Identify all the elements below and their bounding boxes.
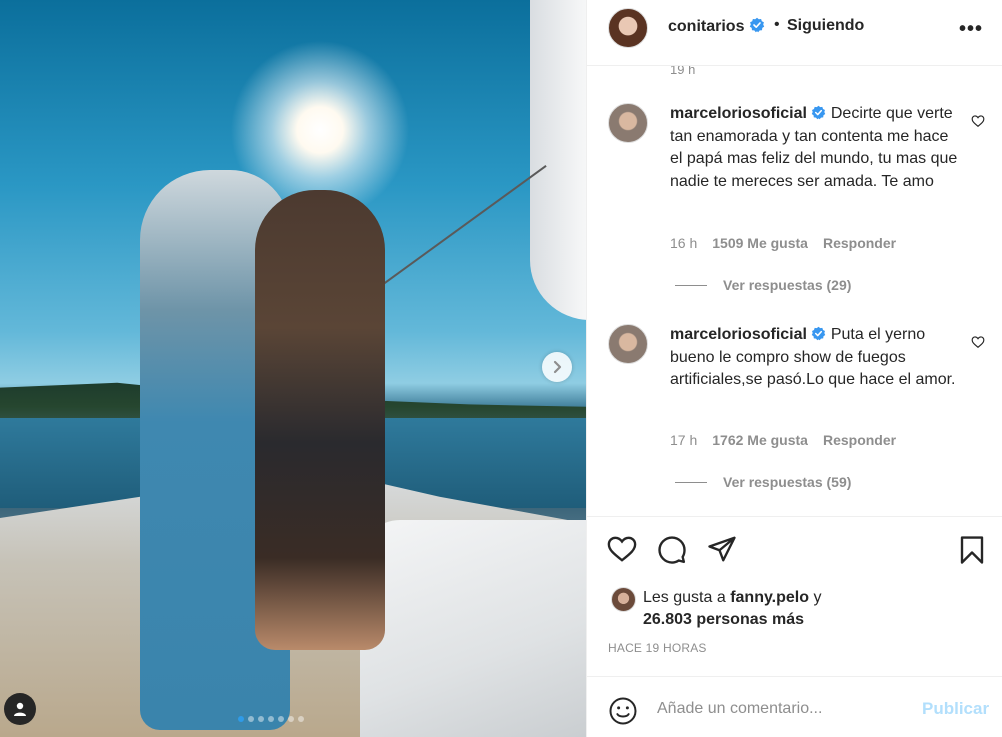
bookmark-icon[interactable] — [959, 535, 985, 565]
view-replies-label: Ver respuestas (59) — [723, 474, 852, 490]
header-separator: • — [774, 16, 780, 33]
boat-cushion — [360, 520, 586, 737]
verified-badge-icon — [812, 105, 826, 120]
comment-body: marceloriosoficial Decirte que verte tan… — [670, 103, 960, 193]
comment-body: marceloriosoficial Puta el yerno bueno l… — [670, 324, 960, 392]
author-username-text: conitarios — [668, 18, 745, 35]
comment-likes[interactable]: 1762 Me gusta — [712, 432, 808, 448]
carousel-next-button[interactable] — [542, 352, 572, 382]
previous-comment-time: 19 h — [670, 66, 696, 77]
likes-count[interactable]: 26.803 personas más — [643, 611, 804, 629]
post-header: conitarios • Siguiendo ••• — [587, 0, 1002, 66]
user-tag-icon — [14, 702, 26, 716]
heart-icon[interactable] — [971, 114, 985, 128]
replies-divider — [675, 284, 707, 286]
view-replies-button[interactable]: Ver respuestas (59) — [675, 474, 851, 490]
carousel-dot — [238, 716, 244, 722]
heart-icon[interactable] — [971, 335, 985, 349]
comment-likes[interactable]: 1509 Me gusta — [712, 235, 808, 251]
verified-badge-icon — [749, 17, 765, 33]
view-replies-button[interactable]: Ver respuestas (29) — [675, 277, 851, 293]
post-timestamp[interactable]: HACE 19 HORAS — [608, 641, 707, 655]
carousel-dot — [298, 716, 304, 722]
commenter-avatar[interactable] — [608, 324, 648, 364]
carousel-dot — [258, 716, 264, 722]
likes-suffix: y — [813, 589, 822, 606]
post-side-panel: conitarios • Siguiendo ••• 19 h marcelor… — [586, 0, 1002, 737]
chevron-right-icon — [553, 360, 562, 374]
verified-badge-icon — [812, 326, 826, 341]
carousel-dot — [278, 716, 284, 722]
add-comment-bar: Publicar — [587, 676, 1002, 737]
likes-prefix: Les gusta a — [643, 589, 726, 606]
more-icon: ••• — [959, 18, 984, 40]
person-man — [255, 190, 385, 650]
publish-button[interactable]: Publicar — [922, 699, 989, 719]
share-icon[interactable] — [707, 535, 737, 563]
comment-time[interactable]: 17 h — [670, 432, 697, 448]
comment-meta: 16 h 1509 Me gusta Responder — [670, 235, 896, 251]
comment-time[interactable]: 16 h — [670, 235, 697, 251]
view-replies-label: Ver respuestas (29) — [723, 277, 852, 293]
reply-button[interactable]: Responder — [823, 235, 896, 251]
comment-icon[interactable] — [657, 535, 687, 565]
following-button[interactable]: Siguiendo — [787, 17, 864, 35]
commenter-avatar[interactable] — [608, 103, 648, 143]
comment-input[interactable] — [657, 697, 907, 721]
boat-sail — [530, 0, 586, 320]
reply-button[interactable]: Responder — [823, 432, 896, 448]
post-actions: Les gusta a fanny.pelo y 26.803 personas… — [587, 516, 1002, 676]
likes-line-1: Les gusta a fanny.pelo y — [643, 589, 821, 607]
heart-icon[interactable] — [607, 535, 637, 563]
carousel-dot — [248, 716, 254, 722]
comment-meta: 17 h 1762 Me gusta Responder — [670, 432, 896, 448]
emoji-icon[interactable] — [608, 696, 638, 726]
commenter-username[interactable]: marceloriosoficial — [670, 105, 807, 122]
tagged-users-button[interactable] — [4, 693, 36, 725]
commenter-username[interactable]: marceloriosoficial — [670, 326, 807, 343]
author-username[interactable]: conitarios — [668, 17, 765, 36]
comments-list[interactable]: 19 h marceloriosoficial Decirte que vert… — [587, 66, 1002, 516]
liker-avatar[interactable] — [611, 587, 636, 612]
carousel-dot — [288, 716, 294, 722]
post-photo[interactable] — [0, 0, 586, 737]
more-options-button[interactable]: ••• — [959, 18, 983, 41]
author-avatar[interactable] — [608, 8, 648, 48]
liker-username[interactable]: fanny.pelo — [730, 589, 809, 606]
carousel-indicator — [238, 716, 304, 722]
replies-divider — [675, 481, 707, 483]
carousel-dot — [268, 716, 274, 722]
